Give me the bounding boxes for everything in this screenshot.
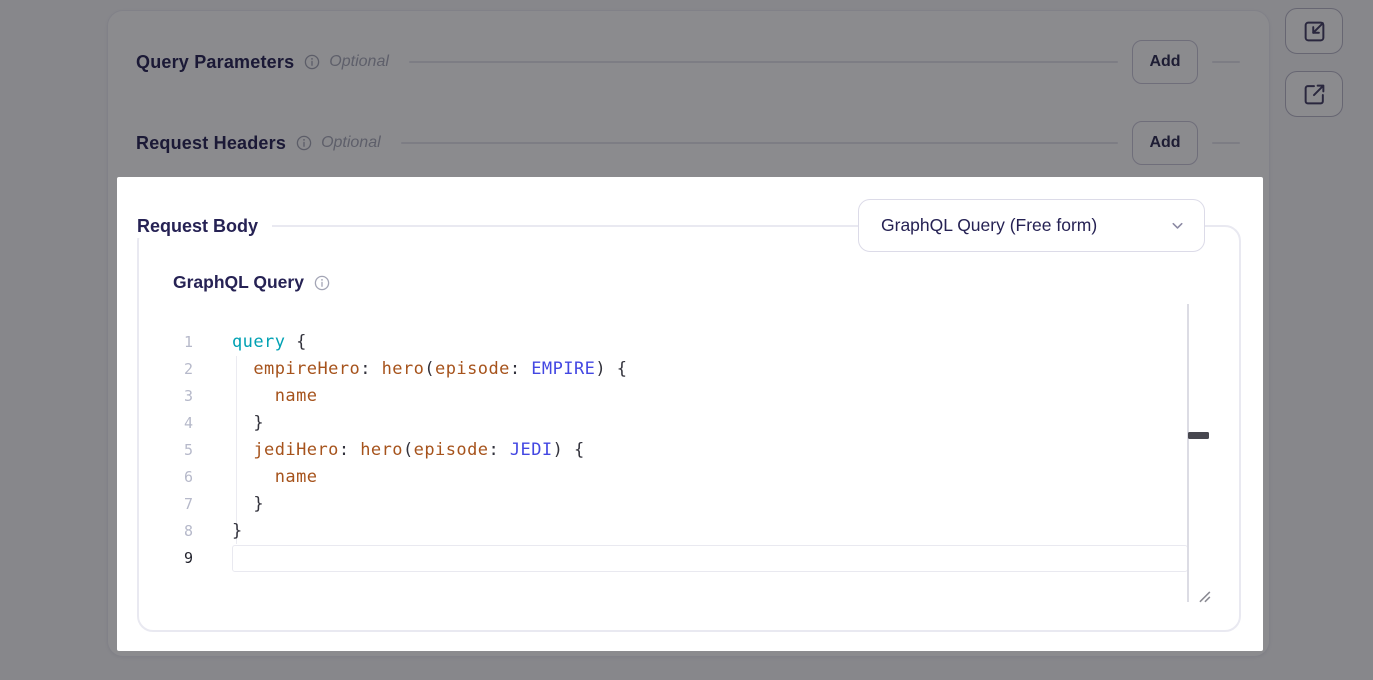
app-root: Query Parameters Optional Add Request He… [0, 0, 1373, 680]
code-line[interactable]: jediHero: hero(episode: JEDI) { [232, 437, 1188, 464]
line-number: 6 [167, 464, 193, 491]
add-query-parameter-button[interactable]: Add [1132, 40, 1198, 84]
chevron-down-icon [1169, 217, 1186, 234]
query-parameters-title: Query Parameters [136, 52, 294, 73]
external-link-icon [1302, 82, 1327, 107]
request-headers-row: Request Headers Optional Add [136, 121, 1240, 165]
square-arrow-in-icon [1302, 19, 1327, 44]
editor-resize-handle[interactable] [1188, 432, 1209, 439]
request-headers-title: Request Headers [136, 133, 286, 154]
info-icon[interactable] [304, 54, 320, 70]
code-line[interactable] [232, 545, 1188, 572]
open-external-button[interactable] [1285, 71, 1343, 117]
optional-badge: Optional [329, 53, 389, 71]
request-body-panel: Request Body GraphQL Query (Free form) G… [137, 225, 1241, 632]
code-line[interactable]: name [232, 464, 1188, 491]
divider [1212, 61, 1240, 63]
code-line[interactable]: } [232, 518, 1188, 545]
code-line[interactable]: } [232, 410, 1188, 437]
divider [409, 61, 1118, 63]
optional-badge: Optional [321, 134, 381, 152]
editor-lines[interactable]: query { empireHero: hero(episode: EMPIRE… [232, 329, 1188, 572]
line-number: 1 [167, 329, 193, 356]
editor-gutter: 123456789 [167, 329, 193, 572]
line-number: 8 [167, 518, 193, 545]
body-type-select[interactable]: GraphQL Query (Free form) [858, 199, 1205, 252]
line-number: 3 [167, 383, 193, 410]
graphql-query-label-row: GraphQL Query [173, 272, 330, 293]
line-number: 4 [167, 410, 193, 437]
divider [401, 142, 1118, 144]
line-number: 2 [167, 356, 193, 383]
body-type-select-value: GraphQL Query (Free form) [881, 215, 1169, 236]
divider [1212, 142, 1240, 144]
edit-request-button[interactable] [1285, 8, 1343, 54]
resize-gripper-icon[interactable] [1197, 589, 1211, 603]
graphql-query-label: GraphQL Query [173, 272, 304, 293]
info-icon[interactable] [314, 275, 330, 291]
query-parameters-row: Query Parameters Optional Add [136, 40, 1240, 84]
add-request-header-button[interactable]: Add [1132, 121, 1198, 165]
line-number: 5 [167, 437, 193, 464]
info-icon[interactable] [296, 135, 312, 151]
code-line[interactable]: name [232, 383, 1188, 410]
request-body-title: Request Body [137, 214, 272, 238]
code-line[interactable]: empireHero: hero(episode: EMPIRE) { [232, 356, 1188, 383]
code-line[interactable]: query { [232, 329, 1188, 356]
line-number: 7 [167, 491, 193, 518]
code-line[interactable]: } [232, 491, 1188, 518]
line-number: 9 [167, 545, 193, 572]
editor-resize-track [1187, 304, 1189, 602]
